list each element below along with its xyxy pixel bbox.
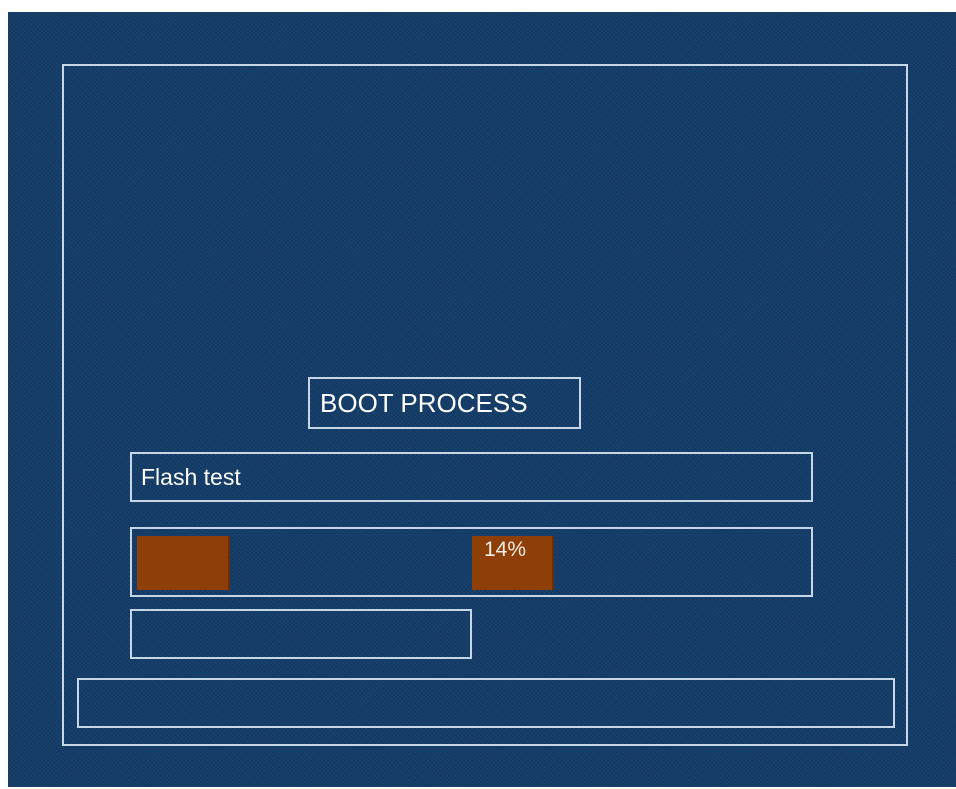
sub-status-field	[130, 609, 472, 659]
footer-bar	[77, 678, 895, 728]
boot-screen: BOOT PROCESS Flash test 14%	[8, 12, 956, 787]
progress-segment	[137, 536, 230, 590]
boot-title: BOOT PROCESS	[308, 377, 581, 429]
boot-title-text: BOOT PROCESS	[320, 388, 528, 418]
progress-percent-label: 14%	[484, 538, 527, 561]
progress-bar: 14%	[130, 527, 813, 597]
status-text: Flash test	[141, 464, 241, 490]
status-field: Flash test	[130, 452, 813, 502]
